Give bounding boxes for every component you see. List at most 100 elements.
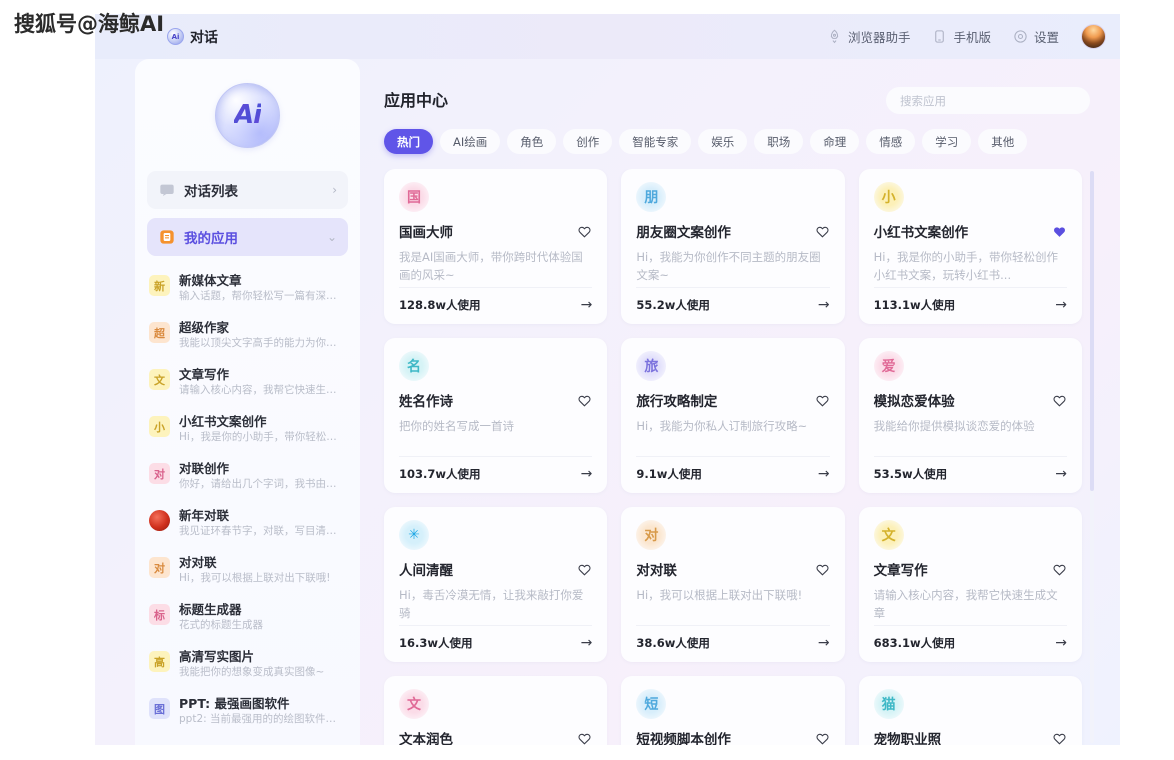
mobile-version-label: 手机版 — [953, 30, 991, 45]
category-tabs[interactable]: 热门 AI绘画 角色 创作 智能专家 娱乐 职场 命理 情感 学习 其他 — [378, 114, 1096, 154]
app-text: 新媒体文章 输入话题，帮你轻松写一篇有深… — [179, 272, 346, 304]
app-card[interactable]: 小小红书文案创作 Hi，我是你的小助手，带你轻松创作小红书文案，玩转小红书... 1… — [858, 169, 1082, 324]
sidebar-app-item[interactable]: 新年对联 我见证环春节字，对联，写目清… — [135, 502, 360, 549]
app-card[interactable]: 名姓名作诗 把你的姓名写成一首诗 103.7w人使用 → — [384, 338, 608, 493]
app-window: Ai 对话 浏览器助手 手机版 设置 Ai 对话列表 › 我的应用 ⌄ 新 新媒… — [95, 14, 1120, 745]
sidebar-logo: Ai — [135, 59, 360, 171]
app-card-title: 姓名作诗 — [399, 394, 453, 410]
tab-0[interactable]: 热门 — [384, 129, 433, 154]
sidebar: Ai 对话列表 › 我的应用 ⌄ 新 新媒体文章 输入话题，帮你轻松写一篇有深…… — [135, 59, 360, 745]
app-card-title: 小红书文案创作 — [873, 225, 969, 241]
tab-2[interactable]: 角色 — [507, 129, 557, 154]
heart-outline-icon[interactable] — [1052, 731, 1067, 746]
browser-assistant-button[interactable]: 浏览器助手 — [827, 27, 910, 46]
sidebar-app-item[interactable]: 高高清写实图片 我能把你的想象变成真实图像~ — [135, 643, 360, 690]
app-brand: Ai 对话 — [167, 27, 218, 47]
app-card-description: Hi，毒舌冷漠无情，让我来敲打你爱骑 — [399, 588, 584, 620]
rocket-icon — [830, 29, 839, 44]
heart-outline-icon[interactable] — [815, 562, 830, 577]
heart-outline-icon[interactable] — [1052, 562, 1067, 577]
app-badge-icon: 新 — [149, 275, 170, 296]
chevron-right-icon: › — [332, 183, 337, 197]
heart-outline-icon[interactable] — [1052, 393, 1067, 408]
app-card-badge-icon: 国 — [399, 182, 429, 212]
heart-filled-icon[interactable] — [1052, 224, 1067, 239]
sidebar-app-list[interactable]: 新新媒体文章 输入话题，帮你轻松写一篇有深… 超超级作家 我能以顶尖文字高手的能力为你… — [135, 265, 360, 745]
arrow-right-icon[interactable]: → — [818, 298, 830, 312]
scrollbar-thumb[interactable] — [1090, 171, 1094, 491]
arrow-right-icon[interactable]: → — [1055, 298, 1067, 312]
sidebar-app-item[interactable]: 对对联创作 你好，请给出几个字词，我书由… — [135, 455, 360, 502]
app-card-header: 姓名作诗 — [399, 390, 592, 410]
app-description: 你好，请给出几个字词，我书由… — [179, 478, 337, 490]
heart-outline-icon[interactable] — [815, 731, 830, 746]
app-card-title: 人间清醒 — [399, 563, 453, 579]
heart-outline-icon[interactable] — [815, 224, 830, 239]
settings-button[interactable]: 设置 — [1013, 27, 1059, 46]
app-card-header: 旅行攻略制定 — [636, 390, 829, 410]
heart-outline-icon[interactable] — [577, 224, 592, 239]
tab-6[interactable]: 职场 — [754, 129, 804, 154]
app-card-description: 把你的姓名写成一首诗 — [399, 419, 514, 433]
app-description: 输入话题，帮你轻松写一篇有深… — [179, 290, 337, 302]
arrow-right-icon[interactable]: → — [581, 298, 593, 312]
app-card-badge-icon: ✳ — [399, 520, 429, 550]
app-card[interactable]: 朋朋友圈文案创作 Hi，我能为你创作不同主题的朋友圈文案~ 55.2w人使用 → — [621, 169, 845, 324]
tab-5[interactable]: 娱乐 — [698, 129, 748, 154]
app-card[interactable]: 对对对联 Hi，我可以根据上联对出下联哦! 38.6w人使用 → — [621, 507, 845, 662]
sidebar-app-item[interactable]: 文文章写作 请输入核心内容，我帮它快速生… — [135, 361, 360, 408]
sidebar-app-item[interactable]: 新新媒体文章 输入话题，帮你轻松写一篇有深… — [135, 267, 360, 314]
app-card-header: 宠物职业照 — [874, 728, 1067, 745]
tab-1[interactable]: AI绘画 — [440, 129, 501, 154]
sidebar-app-item[interactable]: 标标题生成器 花式的标题生成器 — [135, 596, 360, 643]
sidebar-app-item[interactable]: 小小红书文案创作 Hi，我是你的小助手，带你轻松… — [135, 408, 360, 455]
heart-outline-icon[interactable] — [815, 393, 830, 408]
app-text: 超级作家 我能以顶尖文字高手的能力为你的… — [179, 319, 346, 351]
main-header: 应用中心 — [378, 59, 1096, 114]
sidebar-app-item[interactable]: 对对对联 Hi，我可以根据上联对出下联哦! — [135, 549, 360, 596]
arrow-right-icon[interactable]: → — [818, 636, 830, 650]
app-card[interactable]: 文文本润色→ — [384, 676, 608, 746]
app-description: ppt2: 当前最强用的的绘图软件… — [179, 713, 337, 725]
tab-9[interactable]: 学习 — [922, 129, 972, 154]
sidebar-item-chat-list[interactable]: 对话列表 › — [147, 171, 348, 209]
app-card[interactable]: 国国画大师 我是AI国画大师，带你跨时代体验国画的风采~ 128.8w人使用 → — [384, 169, 608, 324]
tab-4[interactable]: 智能专家 — [619, 129, 692, 154]
app-card-title: 文本润色 — [399, 732, 453, 745]
mobile-version-button[interactable]: 手机版 — [932, 27, 991, 46]
sidebar-item-my-apps[interactable]: 我的应用 ⌄ — [147, 218, 348, 256]
search-input[interactable] — [886, 87, 1090, 114]
app-card-description: Hi，我是你的小助手，带你轻松创作小红书文案，玩转小红书... — [873, 250, 1058, 282]
tab-3[interactable]: 创作 — [563, 129, 613, 154]
app-card-footer: 53.5w人使用 → — [873, 456, 1067, 482]
app-card-usage-count: 128.8w人使用 — [399, 298, 481, 312]
app-title: 新年对联 — [179, 508, 230, 523]
app-card[interactable]: 猫宠物职业照→ — [858, 676, 1082, 745]
app-card-badge-icon: 朋 — [636, 182, 667, 212]
main-panel: 应用中心 热门 AI绘画角色创作智能专家娱乐职场命理情感学习其他 国国画大师我是A… — [378, 59, 1096, 745]
app-card[interactable]: ✳ 人间清醒 Hi，毒舌冷漠无情，让我来敲打你爱骑 16.3w人使用 → — [384, 507, 608, 662]
app-card[interactable]: 爱模拟恋爱体验 我能给你提供模拟谈恋爱的体验 53.5w人使用 → — [858, 338, 1082, 493]
app-card[interactable]: 文文章写作 请输入核心内容，我帮它快速生成文章 683.1w人使用 → — [858, 507, 1082, 662]
arrow-right-icon[interactable]: → — [581, 467, 593, 481]
arrow-right-icon[interactable]: → — [1055, 636, 1067, 650]
app-card[interactable]: 短短视频脚本创作→ — [621, 676, 845, 746]
heart-outline-icon[interactable] — [577, 562, 592, 577]
heart-outline-icon[interactable] — [577, 731, 592, 746]
app-card-header: 朋友圈文案创作 — [636, 221, 829, 241]
app-card[interactable]: 旅旅行攻略制定 Hi，我能为你私人订制旅行攻略~ 9.1w人使用 → — [621, 338, 845, 493]
app-badge-icon — [149, 510, 170, 531]
tab-10[interactable]: 其他 — [978, 129, 1028, 154]
apps-scroll-area[interactable]: 国国画大师 我是AI国画大师，带你跨时代体验国画的风采~ 128.8w人使用 → 朋朋友… — [378, 169, 1096, 745]
tab-8[interactable]: 情感 — [866, 129, 916, 154]
arrow-right-icon[interactable]: → — [818, 467, 830, 481]
sidebar-app-item[interactable]: 超超级作家 我能以顶尖文字高手的能力为你的… — [135, 314, 360, 361]
arrow-right-icon[interactable]: → — [581, 636, 593, 650]
app-badge-icon: 小 — [149, 416, 170, 437]
sidebar-app-item[interactable]: 图 PPT: 最强画图软件 ppt2: 当前最强用的的绘图软件… — [135, 690, 360, 737]
tab-7[interactable]: 命理 — [810, 129, 860, 154]
arrow-right-icon[interactable]: → — [1055, 467, 1067, 481]
app-card-usage-count: 103.7w人使用 — [399, 467, 481, 481]
avatar[interactable] — [1081, 24, 1106, 49]
heart-outline-icon[interactable] — [577, 393, 592, 408]
